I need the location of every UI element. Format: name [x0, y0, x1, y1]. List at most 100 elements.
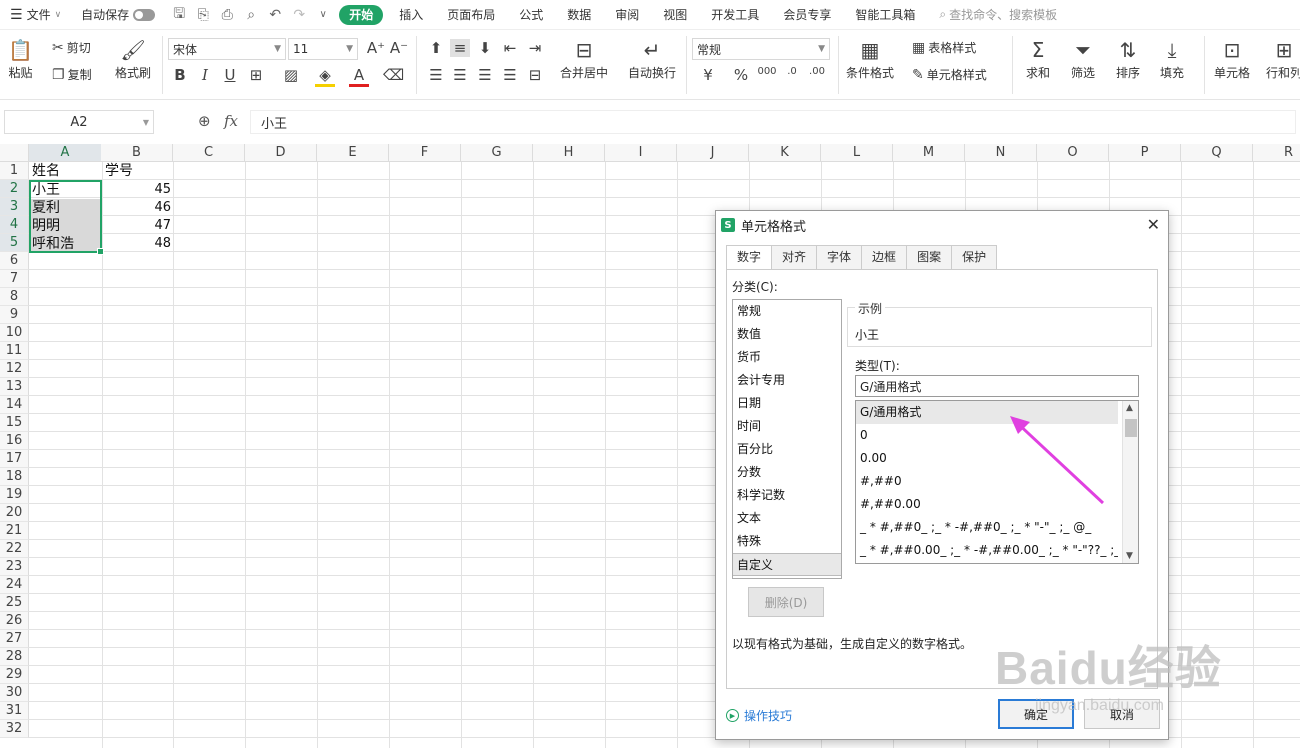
- row-header-14[interactable]: 14: [0, 396, 29, 414]
- column-header-m[interactable]: M: [893, 144, 965, 162]
- type-item[interactable]: _ * #,##0_ ;_ * -#,##0_ ;_ * "-"_ ;_ @_: [856, 516, 1118, 539]
- tab-home[interactable]: 开始: [339, 4, 384, 25]
- category-item[interactable]: 时间: [733, 415, 841, 438]
- bold-icon[interactable]: B: [170, 66, 190, 84]
- decrease-font-icon[interactable]: A⁻: [389, 39, 409, 57]
- scroll-up-icon[interactable]: ▲: [1126, 403, 1133, 413]
- sum-button[interactable]: Σ 求和: [1026, 36, 1050, 81]
- column-header-b[interactable]: B: [101, 144, 173, 162]
- cell-b1[interactable]: 学号: [102, 162, 174, 180]
- category-item[interactable]: 日期: [733, 392, 841, 415]
- clear-format-icon[interactable]: ⌫: [383, 66, 404, 84]
- cell-border-style-icon[interactable]: ▨: [281, 66, 301, 84]
- row-header-27[interactable]: 27: [0, 630, 29, 648]
- row-header-16[interactable]: 16: [0, 432, 29, 450]
- tab-developer[interactable]: 开发工具: [699, 0, 771, 30]
- cell-b5[interactable]: 48: [102, 235, 174, 253]
- row-col-button[interactable]: ⊞ 行和列: [1266, 36, 1300, 81]
- row-header-20[interactable]: 20: [0, 504, 29, 522]
- export-icon[interactable]: ⎘: [191, 0, 215, 30]
- category-item[interactable]: 会计专用: [733, 369, 841, 392]
- save-icon[interactable]: 🖫: [167, 0, 191, 30]
- cell-b3[interactable]: 46: [102, 199, 174, 217]
- formula-input[interactable]: 小王: [250, 110, 1296, 134]
- category-item[interactable]: 文本: [733, 507, 841, 530]
- tips-link[interactable]: ▶ 操作技巧: [726, 707, 792, 724]
- column-header-h[interactable]: H: [533, 144, 605, 162]
- tab-view[interactable]: 视图: [651, 0, 699, 30]
- column-header-c[interactable]: C: [173, 144, 245, 162]
- category-item[interactable]: 科学记数: [733, 484, 841, 507]
- row-header-28[interactable]: 28: [0, 648, 29, 666]
- decrease-decimal-icon[interactable]: .00: [807, 66, 827, 77]
- print-icon[interactable]: ⎙: [215, 0, 239, 30]
- category-list[interactable]: 常规 数值 货币 会计专用 日期 时间 百分比 分数 科学记数 文本 特殊 自定…: [732, 299, 842, 579]
- filter-button[interactable]: ⏷ 筛选: [1071, 36, 1095, 81]
- row-header-19[interactable]: 19: [0, 486, 29, 504]
- row-header-7[interactable]: 7: [0, 270, 29, 288]
- cell-button[interactable]: ⊡ 单元格: [1214, 36, 1250, 81]
- column-header-i[interactable]: I: [605, 144, 677, 162]
- row-header-31[interactable]: 31: [0, 702, 29, 720]
- close-icon[interactable]: ✕: [1147, 215, 1160, 234]
- zoom-icon[interactable]: ⊕: [198, 112, 211, 130]
- delete-button[interactable]: 删除(D): [748, 587, 824, 617]
- font-name-select[interactable]: 宋体 ▼: [168, 38, 286, 60]
- cell-a1[interactable]: 姓名: [29, 162, 102, 180]
- column-header-f[interactable]: F: [389, 144, 461, 162]
- row-header-15[interactable]: 15: [0, 414, 29, 432]
- tab-alignment[interactable]: 对齐: [771, 245, 818, 269]
- align-top-icon[interactable]: ⬆: [426, 39, 446, 57]
- border-icon[interactable]: ⊞: [246, 66, 266, 84]
- sort-button[interactable]: ⇅ 排序: [1116, 36, 1140, 81]
- type-item[interactable]: _ * #,##0.00_ ;_ * -#,##0.00_ ;_ * "-"??…: [856, 539, 1118, 562]
- thousands-separator-icon[interactable]: 000: [757, 66, 777, 77]
- row-header-30[interactable]: 30: [0, 684, 29, 702]
- type-list-scrollbar[interactable]: ▲ ▼: [1122, 401, 1138, 563]
- increase-indent-icon[interactable]: ⇥: [525, 39, 545, 57]
- category-item[interactable]: 百分比: [733, 438, 841, 461]
- tab-font[interactable]: 字体: [816, 245, 863, 269]
- fill-color-icon[interactable]: ◈: [315, 66, 335, 87]
- category-item[interactable]: 分数: [733, 461, 841, 484]
- conditional-format-button[interactable]: ▦ 条件格式: [846, 36, 894, 81]
- category-item[interactable]: 数值: [733, 323, 841, 346]
- row-header-9[interactable]: 9: [0, 306, 29, 324]
- row-header-12[interactable]: 12: [0, 360, 29, 378]
- decrease-indent-icon[interactable]: ⇤: [500, 39, 520, 57]
- percent-icon[interactable]: %: [731, 66, 751, 84]
- italic-icon[interactable]: I: [195, 66, 215, 84]
- fx-icon[interactable]: fx: [224, 112, 238, 130]
- tab-smart-toolbox[interactable]: 智能工具箱: [843, 0, 927, 30]
- copy-button[interactable]: ❐ 复制: [52, 66, 92, 83]
- tab-protection[interactable]: 保护: [951, 245, 998, 269]
- row-header-6[interactable]: 6: [0, 252, 29, 270]
- category-item[interactable]: 货币: [733, 346, 841, 369]
- row-header-18[interactable]: 18: [0, 468, 29, 486]
- cell-b2[interactable]: 45: [102, 181, 174, 199]
- scroll-down-icon[interactable]: ▼: [1126, 551, 1133, 561]
- font-size-select[interactable]: 11 ▼: [288, 38, 358, 60]
- row-header-17[interactable]: 17: [0, 450, 29, 468]
- cell-b4[interactable]: 47: [102, 217, 174, 235]
- row-header-4[interactable]: 4: [0, 216, 29, 234]
- menu-button[interactable]: ☰ 文件 ∨: [0, 0, 67, 30]
- tab-review[interactable]: 审阅: [603, 0, 651, 30]
- redo-icon[interactable]: ↷: [287, 0, 311, 30]
- table-style-button[interactable]: ▦ 表格样式: [912, 39, 976, 56]
- row-header-26[interactable]: 26: [0, 612, 29, 630]
- tab-member[interactable]: 会员专享: [771, 0, 843, 30]
- column-header-k[interactable]: K: [749, 144, 821, 162]
- justify-icon[interactable]: ☰: [500, 66, 520, 84]
- row-header-22[interactable]: 22: [0, 540, 29, 558]
- tab-formulas[interactable]: 公式: [507, 0, 555, 30]
- column-header-g[interactable]: G: [461, 144, 533, 162]
- row-header-2[interactable]: 2: [0, 180, 29, 198]
- category-item[interactable]: 特殊: [733, 530, 841, 553]
- category-item[interactable]: 常规: [733, 300, 841, 323]
- row-header-24[interactable]: 24: [0, 576, 29, 594]
- row-header-13[interactable]: 13: [0, 378, 29, 396]
- increase-decimal-icon[interactable]: .0: [782, 66, 802, 77]
- print-preview-icon[interactable]: ⌕: [239, 0, 263, 30]
- row-header-11[interactable]: 11: [0, 342, 29, 360]
